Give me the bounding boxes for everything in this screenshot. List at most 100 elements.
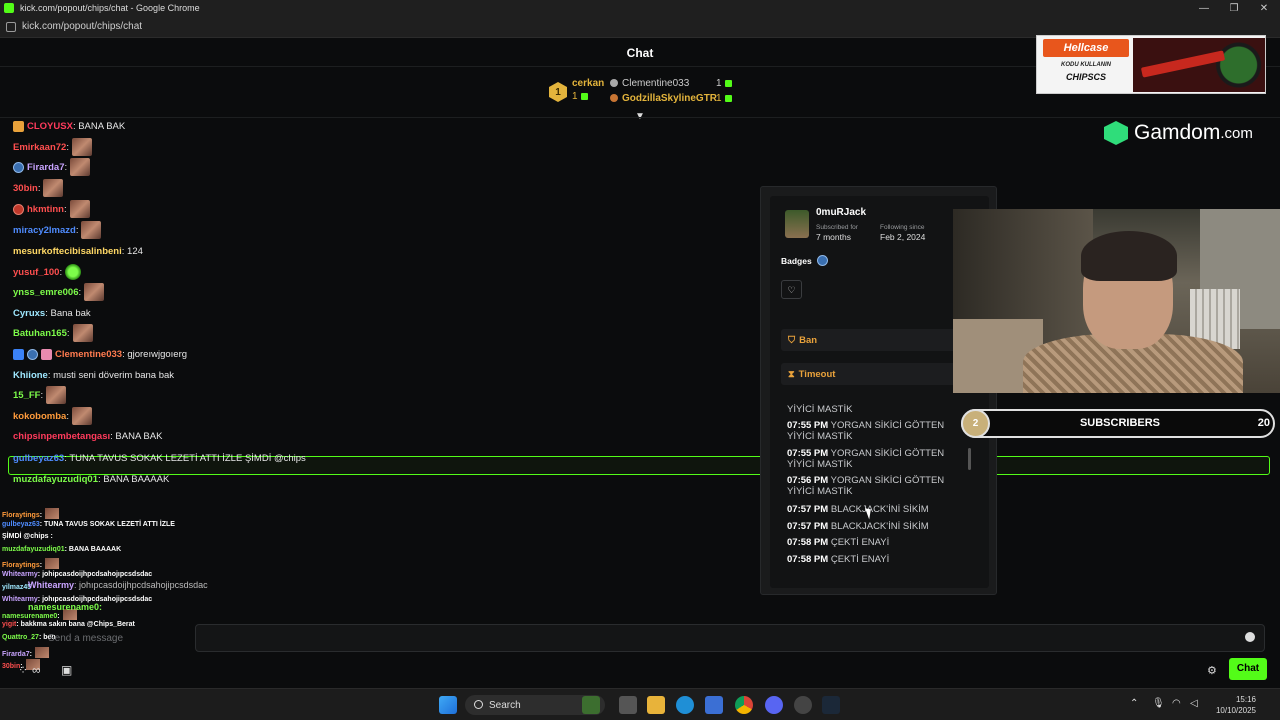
message-input[interactable] [195,624,1265,652]
overlay-text: : [39,562,43,569]
browser-titlebar: kick.com/popout/chips/chat - Google Chro… [0,0,1280,16]
streamer-hair [1081,231,1177,281]
store-app-icon[interactable] [705,696,723,714]
gifter-2[interactable]: Clementine033 1 [610,78,732,89]
overlay-chat-line: gulbeyaz63: TUNA TAVUS SOKAK LEZETİ ATTI… [2,521,175,528]
chat-message: hkmtinn: [13,200,90,218]
close-icon[interactable]: ✕ [1248,0,1280,16]
history-time: 07:57 PM [787,521,829,532]
chrome-icon[interactable] [735,696,753,714]
overlay-chat-line: ŞİMDİ @chips : [2,533,53,540]
overlay-chat-line: muzdafayuzudiq01: BANA BAAAAK [2,546,121,553]
chat-username[interactable]: miracy2lmazd [13,225,76,236]
steam-icon[interactable] [822,696,840,714]
volume-icon[interactable]: ◁ [1190,698,1198,709]
ban-button[interactable]: ⛉ Ban [781,329,961,351]
infinity-icon[interactable]: ∞ [32,663,41,677]
chat-username[interactable]: kokobomba [13,411,66,422]
overlay-username: yilmaz45 [2,584,32,591]
overlay-username: Whitearmy [2,571,38,578]
chat-username[interactable]: Firarda7 [27,162,65,173]
task-view-icon[interactable] [619,696,637,714]
chat-username[interactable]: hkmtinn [27,204,64,215]
subscribed-label: Subscribed for [816,224,858,231]
chat-text: : [66,410,69,422]
hellcase-ad: Hellcase KODU KULLANIN CHIPSCS [1036,35,1266,94]
hourglass-icon: ⧗ [788,368,795,380]
chat-text: : [63,203,67,215]
timeout-button[interactable]: ⧗ Timeout [781,363,961,385]
chat-message: kokobomba: [13,407,92,425]
emote-image [45,508,60,519]
chat-username[interactable]: muzdafayuzudiq01 [13,474,98,485]
gifter-3-count: 1 [716,93,746,104]
chat-username[interactable]: Clementine033 [55,349,122,360]
chat-message: miracy2lmazd: [13,221,102,239]
chat-username[interactable]: mesurkoftecibisalinbeni [13,246,122,257]
chat-username[interactable]: chipsinpembetangası [13,431,110,442]
overlay-chat-line: Floraytings: [2,508,60,519]
gifter-3-name: GodzillaSkylineGTR [622,93,718,104]
settings-gear-icon[interactable]: ⚙ [1207,664,1219,677]
chat-text: : musti seni döverim bana bak [47,369,175,381]
chat-message: Cyruxs: Bana bak [13,305,91,321]
following-label: Following since [880,224,925,231]
microphone-icon[interactable]: 🎙 [1152,698,1165,709]
gifter-3[interactable]: GodzillaSkylineGTR 1 [610,93,732,104]
overlay-text: : [29,651,32,658]
emote-image [46,386,67,404]
chat-username[interactable]: Khiione [13,370,48,381]
chat-username[interactable]: Cyruxs [13,308,45,319]
history-time: 07:58 PM [787,554,829,565]
overlay-partial-namesurename: namesurename0: [28,602,103,612]
chat-users-icon[interactable]: ⁘ [18,663,28,677]
tray-chevron-icon[interactable]: ⌃ [1130,698,1138,709]
chat-username[interactable]: CLOYUSX [27,121,73,132]
windows-start-icon[interactable] [439,696,457,714]
wifi-icon[interactable]: ◠ [1172,698,1181,709]
chat-message: Batuhan165: [13,324,93,342]
gifter-1-name[interactable]: cerkan [572,78,604,89]
history-scrollbar[interactable] [968,448,971,470]
chat-username[interactable]: yusuf_100 [13,267,59,278]
gift-icon [724,95,732,102]
restore-icon[interactable]: ❐ [1218,0,1250,16]
file-explorer-icon[interactable] [647,696,665,714]
card-username[interactable]: 0muRJack [816,207,866,218]
emoji-icon[interactable] [1245,632,1255,642]
stream-overlay-chat: Floraytings: gulbeyaz63: TUNA TAVUS SOKAK… [0,508,208,680]
avatar [785,210,809,238]
site-info-icon[interactable] [6,21,16,32]
heart-button[interactable]: ♡ [781,280,802,299]
xbox-icon[interactable] [582,696,600,714]
chat-username[interactable]: Emirkaan72 [13,142,66,153]
chat-text: : BANA BAK [72,120,126,132]
top-gifters: 1 cerkan 1 Clementine033 1 GodzillaSkyli… [546,76,746,110]
chat-username[interactable]: Batuhan165 [13,328,67,339]
overlay-username: Floraytings [2,562,40,569]
history-time: 07:56 PM [787,475,829,486]
overlay-text: : BANA BAAAAK [64,546,122,553]
chat-username[interactable]: 30bin [13,183,38,194]
store-icon[interactable]: ▣ [61,663,72,677]
history-text: BLACKJACK'İNİ SİKİM [830,504,929,515]
history-message: YİYİCİ MASTİK [787,404,947,415]
taskbar-clock[interactable]: 15:16 10/10/2025 [1200,694,1256,716]
subscribed-value: 7 months [816,232,851,242]
obs-icon[interactable] [794,696,812,714]
screen: kick.com/popout/chips/chat - Google Chro… [0,0,1280,720]
overlay-chat-line: Firarda7: [2,647,49,658]
discord-icon[interactable] [765,696,783,714]
send-chat-button[interactable]: Chat [1229,658,1267,680]
chat-username[interactable]: 15_FF [13,390,40,401]
minimize-icon[interactable]: — [1188,0,1220,16]
chat-username[interactable]: gulbeyaz63 [13,453,64,464]
subscriber-badge-icon [13,161,24,173]
subscriber-badge-icon [817,255,828,266]
emote-image [34,647,49,658]
emote-image [70,158,91,176]
chat-message: chipsinpembetangası: BANA BAK [13,428,162,444]
edge-icon[interactable] [676,696,694,714]
chat-username[interactable]: ynss_emre006 [13,287,79,298]
webcam-feed [953,209,1280,393]
